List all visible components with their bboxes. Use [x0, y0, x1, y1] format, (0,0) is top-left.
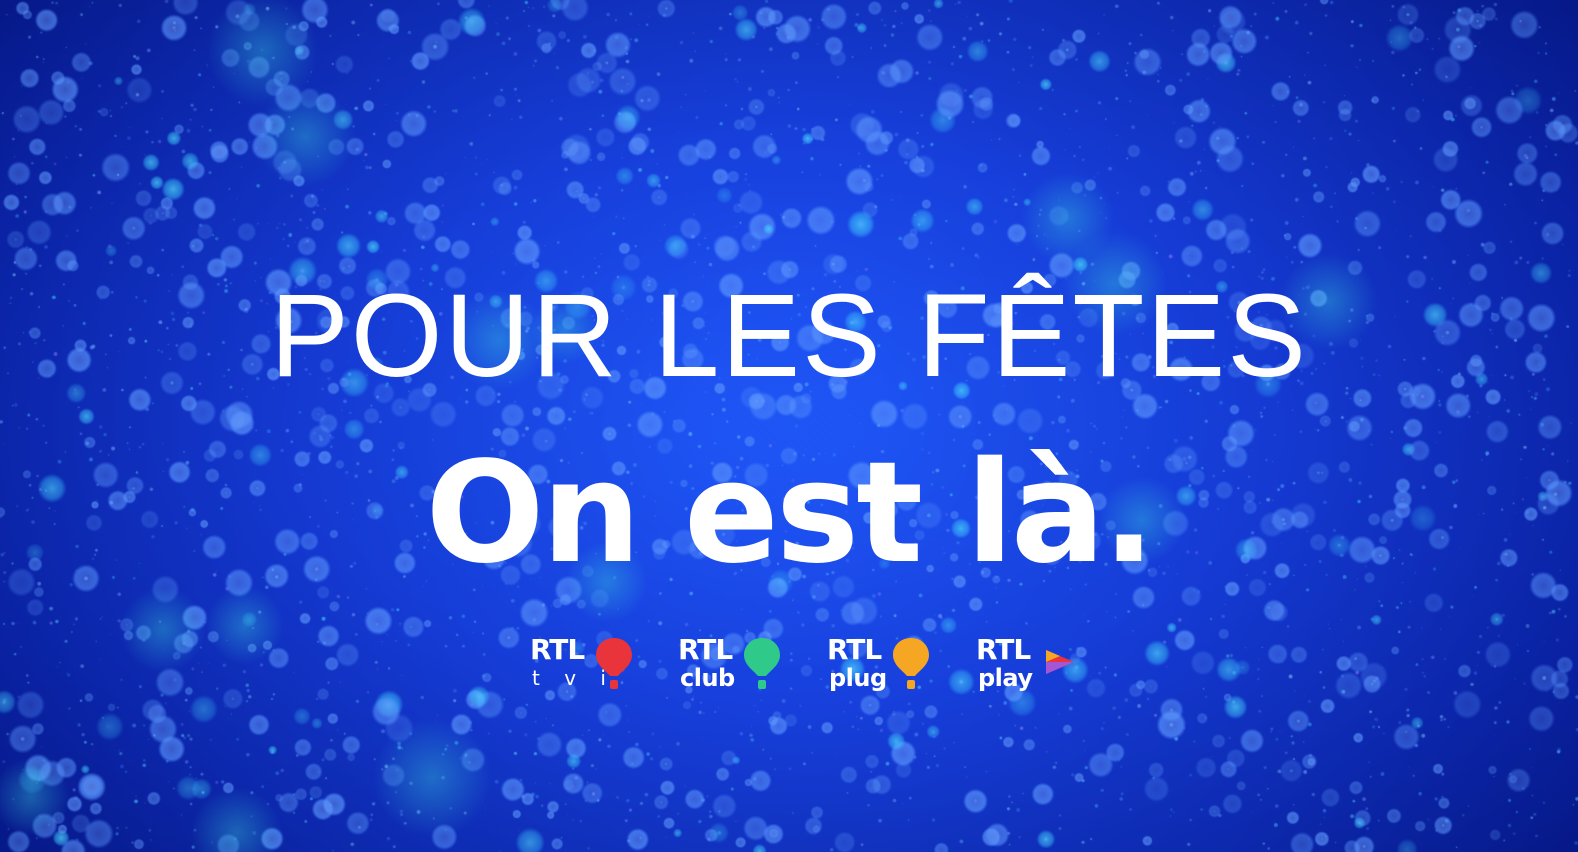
bokeh-background	[0, 0, 1578, 852]
red-balloon-icon	[596, 638, 632, 689]
logo-sub: club	[680, 664, 735, 692]
logo-rtl-tvi: RTL t v i	[530, 632, 640, 698]
logo-sub: play	[978, 664, 1033, 692]
logo-rtl-play: RTL play	[976, 632, 1086, 698]
logo-rtl-club: RTL club	[678, 632, 788, 698]
headline-line-1: POUR LES FÊTES	[270, 270, 1308, 402]
green-balloon-icon	[744, 638, 780, 689]
logo-rtl-plug: RTL plug	[827, 632, 937, 698]
orange-balloon-icon	[893, 638, 929, 689]
logo-brand: RTL	[976, 633, 1031, 666]
promo-frame: POUR LES FÊTES On est là. RTL t v i RTL …	[0, 0, 1578, 852]
logo-brand: RTL	[678, 633, 733, 666]
logo-brand: RTL	[530, 633, 585, 666]
logo-brand: RTL	[827, 633, 882, 666]
channel-logos: RTL t v i RTL club RTL plug RTL play	[530, 632, 1090, 702]
play-triangle-icon	[1046, 650, 1074, 674]
headline-line-2: On est là.	[425, 432, 1155, 595]
logo-sub: plug	[829, 664, 887, 692]
